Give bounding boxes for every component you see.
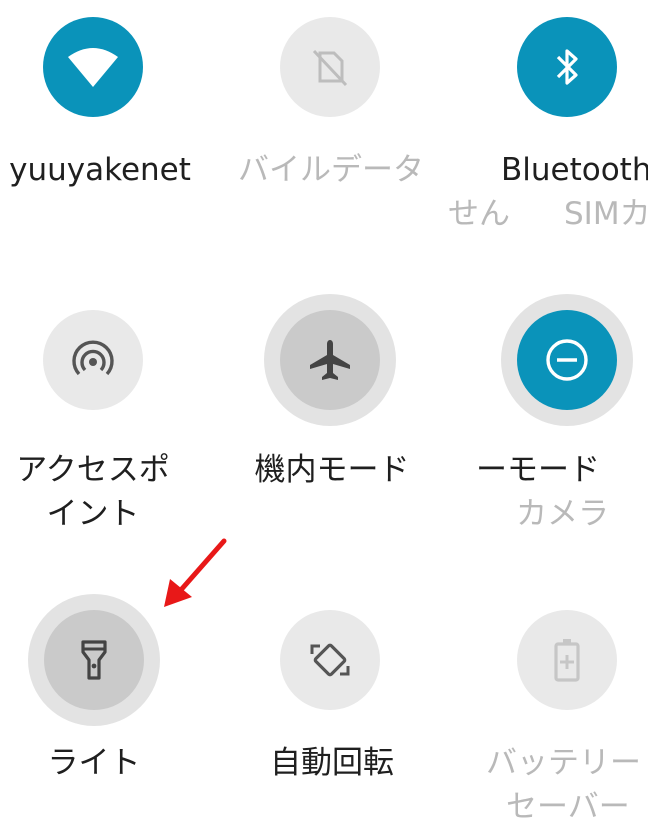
tile-auto-rotate[interactable]: 自動回転 [216, 580, 432, 823]
hotspot-label-line2: イント [46, 496, 140, 532]
tile-bluetooth[interactable]: Bluetooth [448, 0, 648, 240]
tile-battery-saver[interactable]: バッテリー セーバー [448, 580, 648, 825]
tile-do-not-disturb[interactable]: ーモード カメラ [448, 280, 648, 540]
tile-flashlight[interactable]: ライト [0, 580, 200, 823]
hotspot-label-line1: アクセスポ [16, 452, 170, 488]
auto-rotate-button[interactable] [280, 610, 380, 710]
tile-hotspot[interactable]: アクセスポ イント [0, 280, 200, 540]
battery-saver-label-line2: セーバー [506, 789, 630, 825]
flashlight-icon [81, 640, 107, 680]
battery-saver-label-line1: バッテリー [486, 745, 641, 781]
wifi-label: yuuyakenet [9, 152, 191, 188]
airplane-icon [310, 340, 350, 380]
dnd-button[interactable] [517, 310, 617, 410]
bluetooth-label: Bluetooth [501, 152, 648, 188]
dnd-label-line1-wrap: ーモード [476, 448, 648, 492]
tile-wifi[interactable]: yuuyakenet [0, 0, 200, 240]
tile-mobile-data[interactable]: バイルデータ せん SIMカ [216, 0, 648, 240]
bluetooth-icon [556, 49, 578, 85]
flashlight-label: ライト [47, 745, 141, 781]
mobile-data-label-line1-wrap: バイルデータ [228, 148, 424, 192]
wifi-icon [68, 48, 118, 87]
mobile-data-label-line1: バイルデータ [238, 152, 424, 188]
airplane-label: 機内モード [254, 452, 410, 488]
battery-saver-button[interactable] [517, 610, 617, 710]
battery-saver-icon [554, 639, 580, 682]
dnd-label-line1: ーモード [476, 452, 600, 488]
airplane-button[interactable] [280, 310, 380, 410]
flashlight-button[interactable] [44, 610, 144, 710]
hotspot-button[interactable] [43, 310, 143, 410]
annotation-arrow-icon [164, 538, 227, 607]
bluetooth-button[interactable] [517, 17, 617, 117]
wifi-button[interactable] [43, 17, 143, 117]
auto-rotate-label: 自動回転 [270, 745, 394, 781]
no-sim-icon [312, 49, 348, 87]
do-not-disturb-icon [546, 339, 588, 381]
hotspot-icon [72, 340, 114, 376]
dnd-label-line2: カメラ [516, 496, 609, 532]
auto-rotate-icon [310, 643, 350, 677]
mobile-data-button[interactable] [280, 17, 380, 117]
tile-airplane[interactable]: 機内モード [216, 280, 432, 540]
